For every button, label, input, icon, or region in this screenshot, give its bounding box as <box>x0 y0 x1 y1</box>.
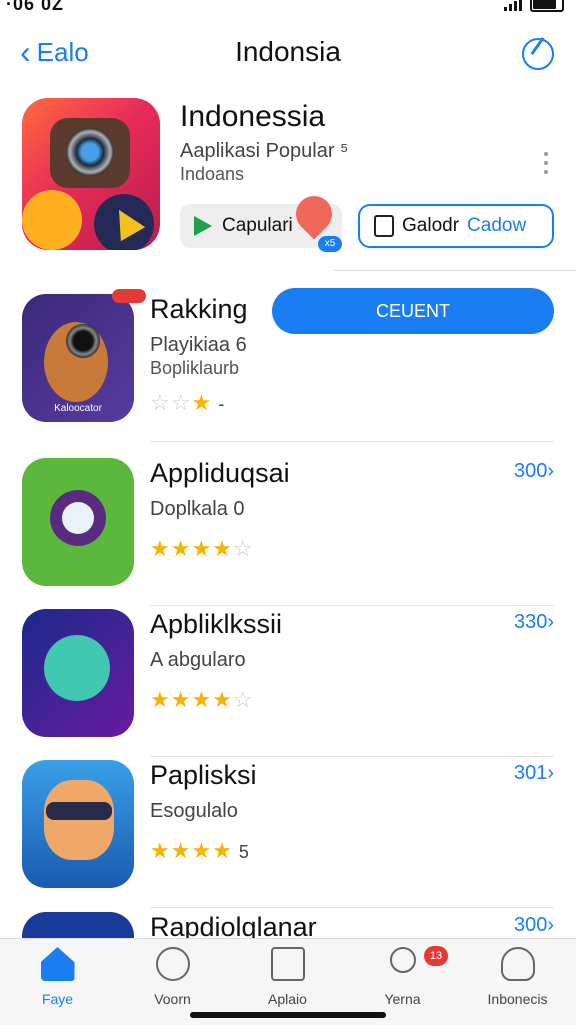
download-button[interactable]: Galodr Cadow <box>358 204 554 248</box>
tab-home[interactable]: Faye <box>0 947 115 1007</box>
app-icon <box>22 912 134 938</box>
stars-empty: ☆ <box>232 687 254 712</box>
pin-badge: x5 <box>318 236 342 252</box>
app-subtitle: A abgularo <box>150 649 246 671</box>
icon-shape-2 <box>94 194 154 250</box>
tab-profile[interactable]: Inbonecis <box>460 947 575 1007</box>
rating-value: 5 <box>238 842 250 862</box>
home-indicator <box>190 1012 386 1018</box>
download-label-b: Cadow <box>467 215 527 236</box>
app-subtitle-2: Bopliklaurb <box>150 358 240 378</box>
lens-shape <box>66 324 100 358</box>
featured-title: Indonessia <box>180 100 326 133</box>
app-name: Appliduqsai <box>150 458 290 488</box>
nav-bar: ‹ Ealo Indonsia <box>0 26 576 80</box>
icon-shape <box>44 635 110 701</box>
rank-value[interactable]: 300› <box>514 460 554 483</box>
stars-filled: ★ <box>191 390 213 415</box>
apps-icon <box>270 947 305 981</box>
app-name: Rapdiolqlanar <box>150 912 317 938</box>
featured-subtitle-2: Indoans <box>180 164 245 184</box>
tab-apps[interactable]: Aplaio <box>230 947 345 1007</box>
app-icon: Kaloocator <box>22 294 134 422</box>
icon-shape <box>44 780 114 860</box>
status-time: ·06 0Z <box>6 0 65 14</box>
list-item[interactable]: Appliduqsai Doplkala 0 ★★★★☆ 300› <box>0 450 576 606</box>
app-icon <box>22 458 134 586</box>
star-rating: ★★★★☆ <box>150 536 254 562</box>
search-icon <box>389 947 416 973</box>
games-icon <box>155 947 190 981</box>
app-name: Rakking <box>150 294 248 324</box>
client-button[interactable]: CEUENT <box>272 288 554 334</box>
more-options-icon[interactable] <box>544 152 548 174</box>
featured-app: Indonessia Aaplikasi Popular ⁵ Indoans C… <box>0 98 576 278</box>
lens-shape <box>66 128 114 176</box>
tab-games[interactable]: Voorn <box>115 947 230 1007</box>
notification-badge: 13 <box>424 946 448 966</box>
icon-shape <box>22 190 82 250</box>
list-item[interactable]: Paplisksi Esogulalo ★★★★ 5 301› <box>0 752 576 908</box>
stars-filled: ★★★★ <box>150 536 233 561</box>
rank-value[interactable]: 330› <box>514 611 554 634</box>
tab-label: Voorn <box>154 991 191 1007</box>
google-play-label: Capulari <box>222 215 293 236</box>
app-subtitle: Esogulalo <box>150 800 238 822</box>
stars-filled: ★★★★ <box>150 838 233 863</box>
app-name: Paplisksi <box>150 760 257 790</box>
rank-value[interactable]: 301› <box>514 762 554 785</box>
list-item[interactable]: Apbliklkssii A abgularo ★★★★☆ 330› <box>0 601 576 757</box>
page-title: Indonsia <box>235 36 341 67</box>
device-icon <box>374 215 394 237</box>
featured-app-icon[interactable] <box>22 98 160 250</box>
app-subtitle: Doplkala 0 <box>150 498 245 520</box>
tab-label: Faye <box>41 991 74 1007</box>
signal-icon <box>504 0 522 11</box>
new-badge <box>112 289 146 303</box>
list-item[interactable]: Rapdiolqlanar 300› <box>0 904 576 938</box>
download-label-a: Galodr <box>402 215 460 236</box>
home-icon <box>40 947 75 981</box>
stars-empty: ☆ <box>232 536 254 561</box>
app-subtitle: Playikiaa 6 <box>150 334 247 356</box>
battery-icon <box>530 0 564 12</box>
star-rating: ★★★★☆ <box>150 687 254 713</box>
play-icon <box>194 216 212 236</box>
icon-label: Kaloocator <box>54 403 102 414</box>
edit-icon[interactable] <box>522 38 554 70</box>
icon-shape <box>50 490 106 546</box>
app-name: Apbliklkssii <box>150 609 283 639</box>
glasses-shape <box>46 802 112 820</box>
status-icons <box>504 0 564 12</box>
star-rating: ☆☆★ - <box>150 390 225 416</box>
stars-filled: ★★★★ <box>150 687 233 712</box>
profile-icon <box>500 947 535 981</box>
tab-label: Inbonecis <box>487 991 548 1007</box>
divider <box>150 441 554 442</box>
status-bar: ·06 0Z <box>0 0 576 18</box>
app-icon <box>22 609 134 737</box>
rank-value[interactable]: 300› <box>514 914 554 937</box>
star-rating: ★★★★ 5 <box>150 838 250 864</box>
featured-subtitle: Aaplikasi Popular ⁵ <box>180 140 349 162</box>
tab-label: Aplaio <box>268 991 307 1007</box>
app-icon <box>22 760 134 888</box>
rating-value: - <box>218 394 226 414</box>
stars-empty: ☆☆ <box>150 390 192 415</box>
tab-label: Yerna <box>384 991 421 1007</box>
divider <box>334 270 576 271</box>
